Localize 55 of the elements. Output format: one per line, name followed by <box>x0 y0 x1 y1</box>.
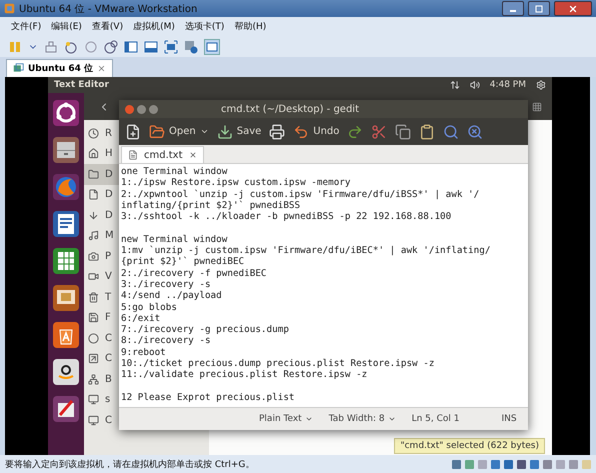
text-line: new Terminal window <box>121 234 228 246</box>
text-line: 12 Please Exprot precious.plist <box>121 392 296 404</box>
window-title: cmd.txt (~/Desktop) - gedit <box>221 104 360 114</box>
undo-button[interactable]: Undo <box>293 124 340 140</box>
sidebar-item[interactable]: F <box>84 308 119 328</box>
sidebar-item[interactable]: D <box>84 184 119 205</box>
text-line: 6:/exit <box>121 312 162 324</box>
sidebar-item[interactable]: C <box>84 348 119 369</box>
text-line: 8:./irecovery -s <box>121 335 212 347</box>
window-title: Ubuntu 64 位 - VMware Workstation <box>19 2 198 16</box>
text-line: one Terminal window <box>121 166 228 178</box>
sidebar-item[interactable]: R <box>84 123 119 144</box>
text-line: {print $2}'` pwnediBEC <box>121 256 246 268</box>
sidebar-item[interactable]: T <box>84 287 119 308</box>
menu-item[interactable]: 编辑(E) <box>48 20 85 33</box>
sidebar-item[interactable]: M <box>84 226 119 246</box>
menu-item[interactable]: 文件(F) <box>8 20 44 33</box>
app-title: Text Editor <box>54 80 110 90</box>
text-line: 3:./irecovery -s <box>121 278 212 290</box>
status-dropdown[interactable]: Tab Width: 8 <box>328 414 396 424</box>
text-line: 1:mv `unzip -j custom.ipsw 'Firmware/dfu/iBEC*' | awk '/inflating/ <box>121 245 492 256</box>
menu-item[interactable]: 选项卡(T) <box>182 20 228 33</box>
save-button[interactable]: Save <box>216 124 262 140</box>
status-dropdown[interactable]: Plain Text <box>259 414 313 424</box>
text-line: 2:./xpwntool `unzip -j custom.ipsw 'Firmware/dfu/iBSS*' | awk '/ <box>121 188 480 200</box>
text-line: 7:./irecovery -g precious.dump <box>121 324 290 336</box>
sidebar-item[interactable]: s <box>84 390 119 410</box>
text-line: 5:go blobs <box>121 302 178 313</box>
status-text: INS <box>502 414 517 424</box>
menu-item[interactable]: 帮助(H) <box>231 20 270 33</box>
text-line: 4:/send ../payload <box>121 290 223 302</box>
status-text: 要将输入定向到该虚拟机，请在虚拟机内部单击或按 Ctrl+G。 <box>5 458 254 470</box>
clock[interactable]: 4:48 PM <box>490 80 526 90</box>
status-text: Ln 5, Col 1 <box>412 414 460 424</box>
sidebar-item[interactable]: H <box>84 144 119 164</box>
menu-item[interactable]: 查看(V) <box>88 20 126 33</box>
vm-tab[interactable]: Ubuntu 64 位 <box>6 59 114 77</box>
sidebar-item[interactable]: C <box>84 328 119 348</box>
sidebar-item[interactable]: V <box>84 266 119 287</box>
sidebar-item[interactable]: B <box>84 369 119 390</box>
sidebar-item[interactable]: D <box>84 205 119 226</box>
open-button[interactable]: Open <box>149 124 209 140</box>
text-line: 9:reboot <box>121 346 167 358</box>
text-line: 3:./sshtool -k ../kloader -b pwnediBSS -p 22 192.168.88.100 <box>121 211 452 222</box>
text-line: 1:./ipsw Restore.ipsw custom.ipsw -memory <box>121 177 352 189</box>
text-line: inflating/{print $2}'` pwnediBSS <box>121 200 302 212</box>
text-line: 2:./irecovery -f pwnediBEC <box>121 268 268 279</box>
selection-notification: "cmd.txt" selected (622 bytes) <box>394 438 545 454</box>
sidebar-item[interactable]: C <box>84 410 119 430</box>
sidebar-item[interactable]: P <box>84 246 119 266</box>
text-line: 11:./validate precious.plist Restore.ipsw -z <box>121 369 368 381</box>
menu-item[interactable]: 虚拟机(M) <box>130 20 178 33</box>
text-line: 10:./ticket precious.dump precious.plist Restore.ipsw -z <box>121 358 436 370</box>
document-tab[interactable]: cmd.txt <box>121 146 204 163</box>
sidebar-item[interactable]: D <box>84 164 119 184</box>
